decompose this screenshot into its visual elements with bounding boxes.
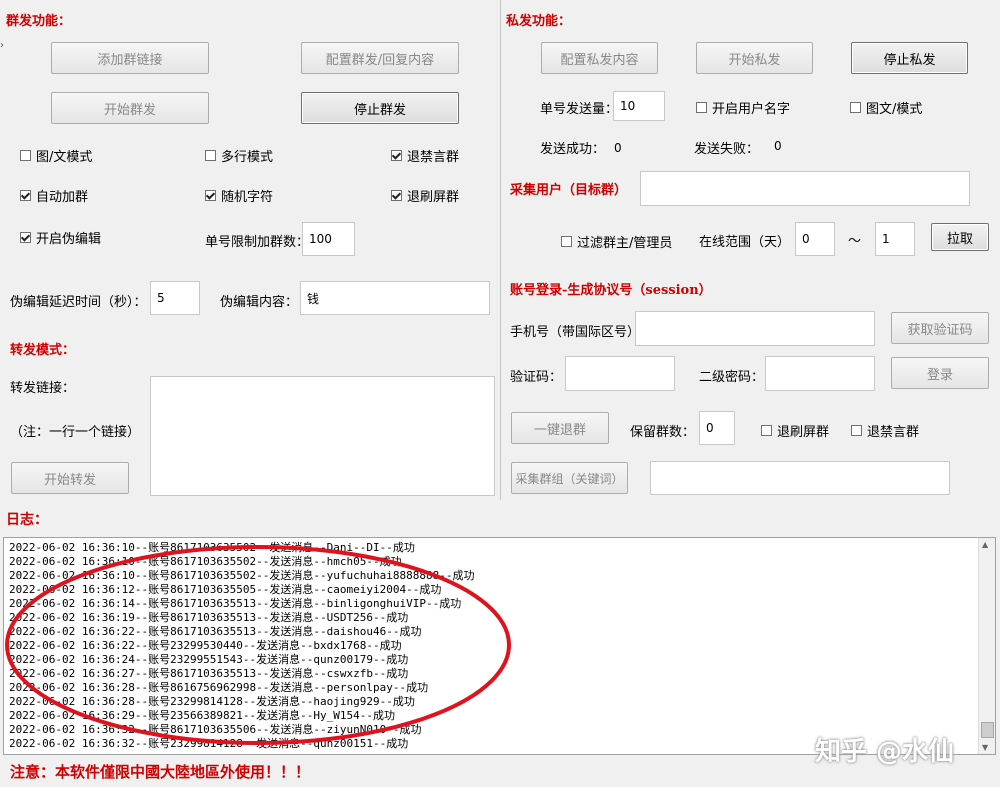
collect-groups-button[interactable]: 采集群组（关键词） bbox=[511, 462, 628, 494]
checkbox-box[interactable] bbox=[205, 190, 216, 201]
fake-delay-label: 伪编辑延迟时间（秒）： bbox=[10, 295, 147, 310]
checkbox-box[interactable] bbox=[561, 236, 572, 247]
get-code-button[interactable]: 获取验证码 bbox=[891, 312, 989, 344]
checkbox-box[interactable] bbox=[205, 150, 216, 161]
checkbox-label: 退刷屏群 bbox=[777, 425, 830, 440]
scroll-thumb[interactable] bbox=[981, 722, 994, 738]
checkbox-label: 自动加群 bbox=[36, 190, 89, 205]
log-scrollbar[interactable]: ▲ ▼ bbox=[978, 538, 995, 754]
fake-content-input[interactable]: 钱 bbox=[300, 281, 490, 315]
send-success-count: 0 bbox=[614, 141, 622, 155]
checkbox-box[interactable] bbox=[851, 425, 862, 436]
code-input[interactable] bbox=[565, 356, 675, 391]
pwd2-input[interactable] bbox=[765, 356, 875, 391]
checkbox-box[interactable] bbox=[20, 150, 31, 161]
annotation-ellipse bbox=[5, 545, 511, 745]
phone-input[interactable] bbox=[635, 311, 875, 346]
pull-button[interactable]: 拉取 bbox=[931, 223, 989, 251]
chevron-right-icon: › bbox=[0, 40, 4, 51]
checkbox-box[interactable] bbox=[391, 190, 402, 201]
online-range-label: 在线范围（天） bbox=[699, 235, 791, 250]
watermark: 知乎 @水仙 bbox=[815, 737, 955, 767]
checkbox-label: 开启伪编辑 bbox=[36, 232, 102, 247]
fake-delay-input[interactable]: 5 bbox=[150, 281, 200, 315]
checkbox-label: 图/文模式 bbox=[36, 150, 93, 165]
mass-section-title: 群发功能： bbox=[6, 14, 72, 29]
checkbox-label: 开启用户名字 bbox=[712, 102, 791, 117]
code-label: 验证码： bbox=[510, 370, 563, 385]
range-tilde: ～ bbox=[848, 234, 862, 249]
scroll-up-icon[interactable]: ▲ bbox=[982, 540, 988, 549]
checkbox-label: 图文/模式 bbox=[866, 102, 923, 117]
login-quit-mute-checkbox[interactable]: 退禁言群 bbox=[851, 421, 919, 440]
checkbox-box[interactable] bbox=[761, 425, 772, 436]
checkbox-box[interactable] bbox=[20, 232, 31, 243]
start-forward-button[interactable]: 开始转发 bbox=[11, 462, 129, 494]
stop-mass-button[interactable]: 停止群发 bbox=[301, 92, 459, 124]
start-private-button[interactable]: 开始私发 bbox=[696, 42, 813, 74]
fake-edit-checkbox[interactable]: 开启伪编辑 bbox=[20, 228, 101, 247]
checkbox-label: 退刷屏群 bbox=[407, 190, 460, 205]
checkbox-box[interactable] bbox=[850, 102, 861, 113]
pwd2-label: 二级密码： bbox=[699, 370, 765, 385]
config-private-button[interactable]: 配置私发内容 bbox=[541, 42, 658, 74]
login-quit-spam-checkbox[interactable]: 退刷屏群 bbox=[761, 421, 829, 440]
panel-divider bbox=[500, 0, 501, 500]
forward-section-title: 转发模式： bbox=[10, 343, 76, 358]
forward-links-textarea[interactable] bbox=[150, 376, 495, 496]
checkbox-box[interactable] bbox=[20, 190, 31, 201]
target-group-input[interactable] bbox=[640, 171, 970, 206]
checkbox-label: 退禁言群 bbox=[407, 150, 460, 165]
quit-spam-group-checkbox[interactable]: 退刷屏群 bbox=[391, 186, 459, 205]
multiline-mode-checkbox[interactable]: 多行模式 bbox=[205, 146, 273, 165]
checkbox-label: 多行模式 bbox=[221, 150, 274, 165]
forward-link-label: 转发链接： bbox=[10, 381, 76, 396]
add-group-link-button[interactable]: 添加群链接 bbox=[51, 42, 209, 74]
quit-all-groups-button[interactable]: 一键退群 bbox=[511, 412, 609, 444]
checkbox-label: 退禁言群 bbox=[867, 425, 920, 440]
join-limit-label: 单号限制加群数： bbox=[205, 235, 310, 250]
send-count-label: 单号发送量： bbox=[540, 102, 619, 117]
send-fail-label: 发送失败： bbox=[694, 142, 760, 157]
forward-note: （注：一行一个链接） bbox=[10, 425, 141, 440]
image-text-mode-checkbox[interactable]: 图/文模式 bbox=[20, 146, 92, 165]
checkbox-label: 过滤群主/管理员 bbox=[577, 236, 673, 251]
online-to-input[interactable]: 1 bbox=[875, 222, 915, 256]
random-char-checkbox[interactable]: 随机字符 bbox=[205, 186, 273, 205]
login-section-title: 账号登录-生成协议号（session） bbox=[510, 283, 712, 298]
phone-label: 手机号（带国际区号） bbox=[510, 325, 641, 340]
online-from-input[interactable]: 0 bbox=[795, 222, 835, 256]
checkbox-box[interactable] bbox=[391, 150, 402, 161]
checkbox-box[interactable] bbox=[696, 102, 707, 113]
auto-join-checkbox[interactable]: 自动加群 bbox=[20, 186, 88, 205]
stop-private-button[interactable]: 停止私发 bbox=[851, 42, 968, 74]
log-title: 日志： bbox=[6, 512, 48, 528]
collect-section-title: 采集用户（目标群） bbox=[510, 183, 628, 198]
filter-admin-checkbox[interactable]: 过滤群主/管理员 bbox=[561, 232, 672, 251]
keyword-input[interactable] bbox=[650, 461, 950, 495]
config-mass-reply-button[interactable]: 配置群发/回复内容 bbox=[301, 42, 459, 74]
send-fail-count: 0 bbox=[774, 139, 782, 153]
private-section-title: 私发功能： bbox=[506, 14, 572, 29]
join-limit-input[interactable]: 100 bbox=[302, 222, 355, 256]
send-success-label: 发送成功： bbox=[540, 142, 606, 157]
footer-notice: 注意：本软件僅限中國大陸地區外使用！！！ bbox=[10, 763, 311, 781]
login-button[interactable]: 登录 bbox=[891, 357, 989, 389]
checkbox-label: 随机字符 bbox=[221, 190, 274, 205]
start-mass-button[interactable]: 开始群发 bbox=[51, 92, 209, 124]
fake-content-label: 伪编辑内容： bbox=[220, 295, 299, 310]
scroll-down-icon[interactable]: ▼ bbox=[982, 743, 988, 752]
keep-groups-label: 保留群数： bbox=[630, 425, 696, 440]
send-count-input[interactable]: 10 bbox=[613, 91, 665, 121]
keep-groups-input[interactable]: 0 bbox=[699, 411, 735, 445]
private-image-text-checkbox[interactable]: 图文/模式 bbox=[850, 98, 922, 117]
quit-mute-group-checkbox[interactable]: 退禁言群 bbox=[391, 146, 459, 165]
annotation-circle bbox=[5, 545, 511, 745]
enable-username-checkbox[interactable]: 开启用户名字 bbox=[696, 98, 790, 117]
